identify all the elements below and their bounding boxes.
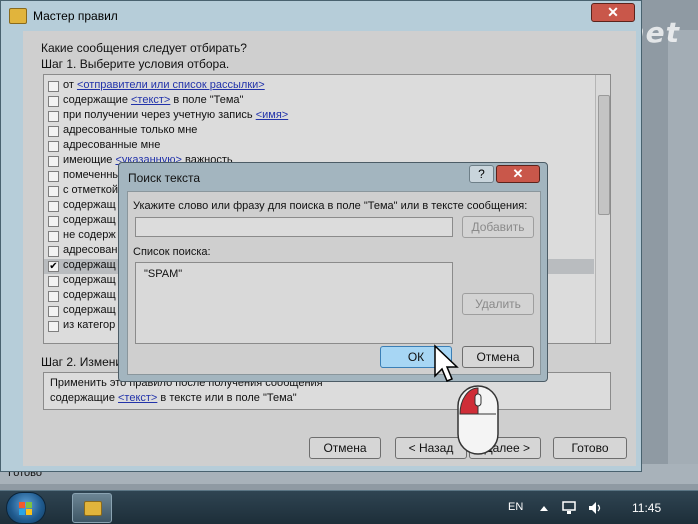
step2-label: Шаг 2. Изменит xyxy=(41,355,128,369)
network-icon[interactable] xyxy=(562,501,576,515)
remove-button[interactable]: Удалить xyxy=(462,293,534,315)
condition-text: с отметкой xyxy=(63,184,119,196)
condition-text: не содерж xyxy=(63,229,116,241)
step1-label: Шаг 1. Выберите условия отбора. xyxy=(41,57,230,71)
condition-text: содержащ xyxy=(63,304,116,316)
condition-text: содержащ xyxy=(63,289,116,301)
mouse-click-icon xyxy=(457,385,499,455)
taskbar: EN 11:45 xyxy=(0,490,698,524)
condition-text: помеченные xyxy=(63,169,127,181)
condition-row[interactable]: при получении через учетную запись <имя> xyxy=(44,109,594,124)
search-dialog-close-button[interactable]: ✕ xyxy=(496,165,540,183)
chevron-up-icon[interactable] xyxy=(540,505,548,511)
start-button[interactable] xyxy=(6,492,46,524)
windows-logo-icon xyxy=(19,502,33,515)
mouse-pointer-icon xyxy=(434,344,459,382)
clock[interactable]: 11:45 xyxy=(632,501,661,515)
condition-checkbox[interactable] xyxy=(48,156,59,167)
condition-link[interactable]: <отправители или список рассылки> xyxy=(77,79,265,91)
search-list-label: Список поиска: xyxy=(133,246,211,258)
rule-description-text-link[interactable]: <текст> xyxy=(118,392,157,404)
rule-description-post: в тексте или в поле "Тема" xyxy=(157,392,297,404)
condition-checkbox[interactable] xyxy=(48,201,59,212)
rules-wizard-titlebar[interactable]: Мастер правил ✕ xyxy=(1,1,641,31)
outlook-icon xyxy=(84,501,102,516)
condition-checkbox[interactable]: ✔ xyxy=(48,261,59,272)
volume-icon[interactable] xyxy=(588,501,602,515)
search-dialog-title: Поиск текста xyxy=(128,171,201,185)
condition-text: при получении через учетную запись <имя> xyxy=(63,109,289,121)
conditions-scrollbar[interactable] xyxy=(595,75,610,343)
language-indicator[interactable]: EN xyxy=(508,501,523,513)
condition-checkbox[interactable] xyxy=(48,141,59,152)
condition-text: содержащие <текст> в поле "Тема" xyxy=(63,94,244,106)
search-list-item[interactable]: "SPAM" xyxy=(144,268,182,280)
condition-text: адресованные мне xyxy=(63,139,161,151)
condition-link[interactable]: <текст> xyxy=(131,94,170,106)
condition-text: адресованные только мне xyxy=(63,124,198,136)
condition-row[interactable]: содержащие <текст> в поле "Тема" xyxy=(44,94,594,109)
condition-row[interactable]: от <отправители или список рассылки> xyxy=(44,79,594,94)
condition-row[interactable]: адресованные только мне xyxy=(44,124,594,139)
conditions-scroll-thumb[interactable] xyxy=(598,95,610,215)
condition-text: содержащ xyxy=(63,214,116,226)
search-prompt-label: Укажите слово или фразу для поиска в пол… xyxy=(133,200,528,212)
condition-checkbox[interactable] xyxy=(48,321,59,332)
outlook-icon xyxy=(9,8,27,24)
condition-checkbox[interactable] xyxy=(48,171,59,182)
search-phrase-input[interactable] xyxy=(135,217,453,237)
condition-checkbox[interactable] xyxy=(48,246,59,257)
condition-checkbox[interactable] xyxy=(48,216,59,227)
search-list[interactable]: "SPAM" xyxy=(135,262,453,344)
condition-text: адресованн xyxy=(63,244,124,256)
condition-checkbox[interactable] xyxy=(48,96,59,107)
help-button[interactable]: ? xyxy=(469,165,494,183)
rules-wizard-close-button[interactable]: ✕ xyxy=(591,3,635,22)
add-button[interactable]: Добавить xyxy=(462,216,534,238)
rule-description-line2: содержащие <текст> в тексте или в поле "… xyxy=(50,392,297,404)
search-dialog-body: Укажите слово или фразу для поиска в пол… xyxy=(127,191,541,375)
wizard-finish-button[interactable]: Готово xyxy=(553,437,627,459)
condition-checkbox[interactable] xyxy=(48,231,59,242)
condition-checkbox[interactable] xyxy=(48,81,59,92)
condition-text: из категор xyxy=(63,319,116,331)
condition-text: содержащ xyxy=(63,199,116,211)
condition-text: содержащ xyxy=(63,259,116,271)
background-app-panel xyxy=(668,30,698,470)
condition-checkbox[interactable] xyxy=(48,306,59,317)
condition-row[interactable]: адресованные мне xyxy=(44,139,594,154)
rule-description-pre: содержащие xyxy=(50,392,118,404)
condition-link[interactable]: <имя> xyxy=(256,109,289,121)
search-cancel-button[interactable]: Отмена xyxy=(462,346,534,368)
condition-checkbox[interactable] xyxy=(48,291,59,302)
condition-checkbox[interactable] xyxy=(48,126,59,137)
taskbar-outlook-button[interactable] xyxy=(72,493,112,523)
condition-text: от <отправители или список рассылки> xyxy=(63,79,265,91)
condition-text: содержащ xyxy=(63,274,116,286)
condition-checkbox[interactable] xyxy=(48,276,59,287)
rules-wizard-title: Мастер правил xyxy=(33,9,118,23)
question-label: Какие сообщения следует отбирать? xyxy=(41,41,247,55)
condition-checkbox[interactable] xyxy=(48,186,59,197)
search-text-dialog: Поиск текста ? ✕ Укажите слово или фразу… xyxy=(118,162,548,382)
condition-checkbox[interactable] xyxy=(48,111,59,122)
wizard-cancel-button[interactable]: Отмена xyxy=(309,437,381,459)
